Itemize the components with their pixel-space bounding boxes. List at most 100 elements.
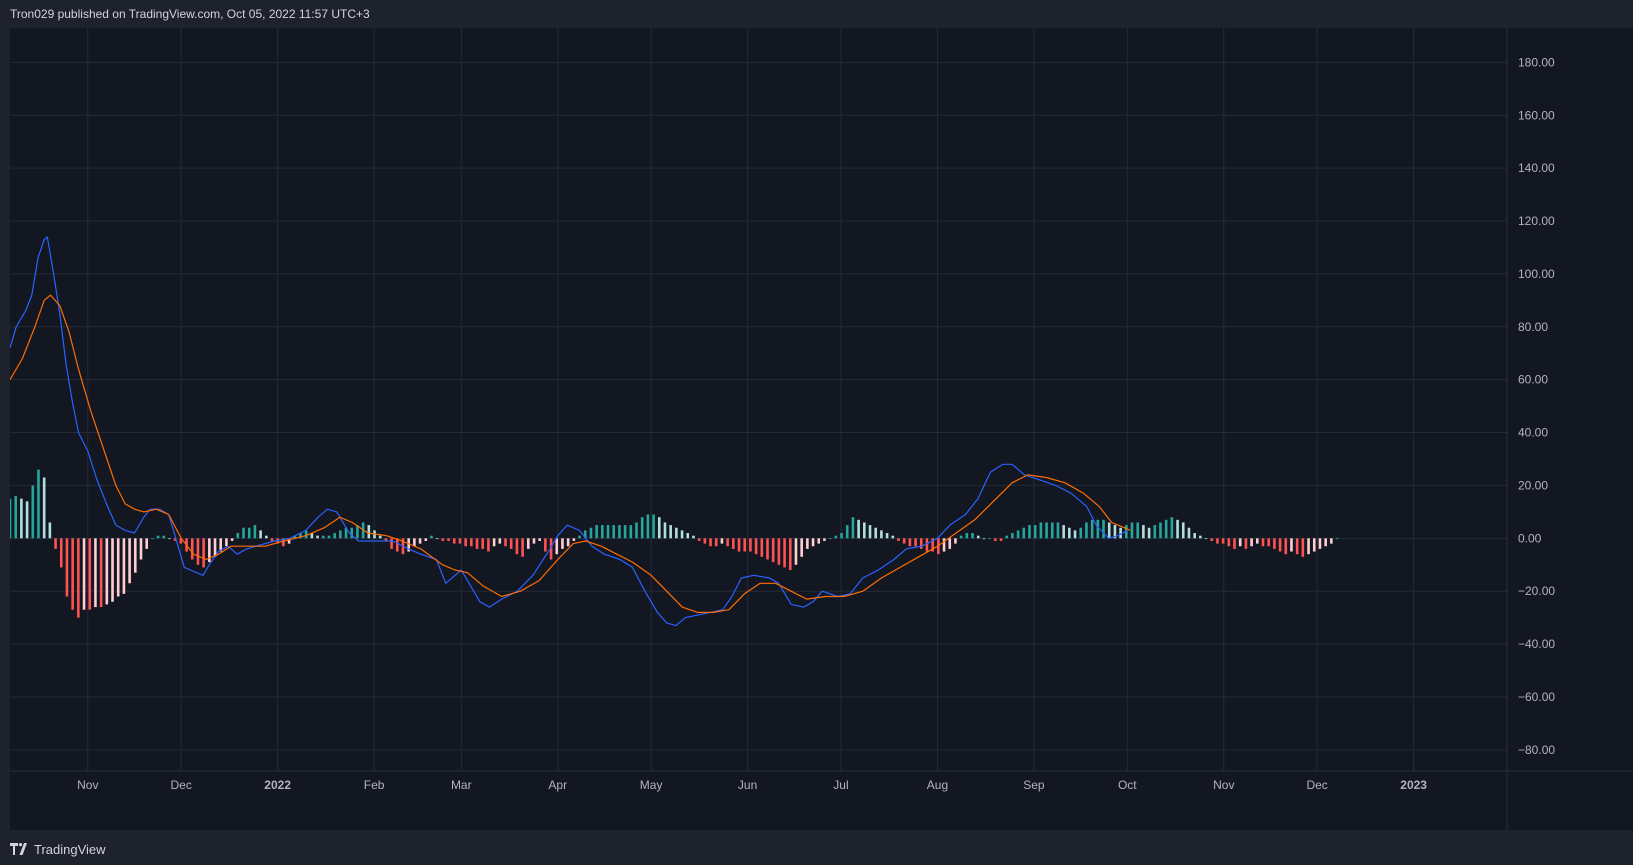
histogram-bar	[1170, 517, 1174, 539]
signal-line	[10, 294, 1131, 613]
histogram-bar	[845, 525, 849, 539]
histogram-bar	[1022, 527, 1026, 539]
histogram-bar	[202, 538, 205, 568]
histogram-bar	[743, 538, 747, 552]
histogram-bar	[760, 538, 764, 557]
histogram-bar	[1073, 530, 1077, 539]
histogram-bar	[589, 527, 593, 539]
histogram-bar	[111, 538, 114, 602]
histogram-bar	[885, 533, 889, 539]
histogram-bar	[868, 525, 872, 539]
histogram-bar	[509, 538, 513, 549]
histogram-bar	[959, 535, 963, 539]
histogram-bar	[526, 538, 530, 549]
histogram-bar	[925, 538, 929, 552]
histogram-bar	[1307, 538, 1310, 555]
y-tick-label: 140.00	[1518, 161, 1555, 175]
histogram-bar	[566, 538, 570, 547]
histogram-bar	[1107, 522, 1111, 539]
histogram-bar	[190, 538, 194, 560]
histogram-bar	[390, 538, 393, 549]
y-tick-label: −40.00	[1518, 637, 1555, 651]
histogram-bar	[31, 485, 35, 539]
histogram-bar	[253, 525, 257, 539]
histogram-bar	[259, 530, 262, 539]
histogram-bar	[976, 535, 980, 539]
x-tick-label: Sep	[1023, 778, 1045, 792]
histogram-bar	[1324, 538, 1327, 547]
histogram-bar	[1187, 527, 1191, 539]
histogram-bar	[817, 538, 821, 544]
histogram-bar	[1210, 538, 1214, 541]
histogram-bar	[1011, 533, 1014, 539]
histogram-bar	[14, 496, 17, 539]
histogram-bar	[515, 538, 519, 555]
histogram-bar	[1062, 525, 1065, 539]
histogram-bar	[122, 538, 126, 594]
histogram-bar	[1068, 527, 1071, 539]
chart-panel[interactable]: 180.00 160.00 140.00 120.00 100.00 80.00 60.00…	[10, 28, 1633, 830]
histogram-bar	[321, 535, 325, 539]
histogram-bar	[99, 538, 103, 608]
histogram-bar	[54, 538, 57, 549]
histogram-bar	[42, 477, 46, 539]
histogram-bar	[1130, 522, 1134, 539]
histogram-bar	[578, 535, 581, 539]
publish-info-text: Tron029 published on TradingView.com, Oc…	[10, 7, 370, 21]
histogram-bar	[1142, 525, 1145, 539]
histogram-bar	[720, 538, 724, 544]
x-tick-label: Aug	[927, 778, 948, 792]
histogram-bar	[1238, 538, 1242, 547]
histogram-bar	[965, 533, 969, 539]
histogram-bar	[783, 538, 786, 568]
histogram-bar	[908, 538, 912, 547]
histogram-bar	[663, 522, 667, 539]
tradingview-brand[interactable]: TradingView	[10, 842, 106, 857]
histogram-bar	[1216, 538, 1219, 544]
footer-bar: TradingView	[0, 830, 1633, 865]
x-tick-label: Nov	[1213, 778, 1234, 792]
macd-chart[interactable]: 180.00 160.00 140.00 120.00 100.00 80.00 60.00…	[10, 28, 1633, 830]
histogram-bar	[1301, 538, 1305, 557]
histogram-bar	[1278, 538, 1282, 552]
histogram-bar	[572, 538, 576, 541]
histogram-bar	[954, 538, 957, 544]
y-tick-label: 40.00	[1518, 426, 1548, 440]
histogram-bar	[1290, 538, 1293, 552]
histogram-bar	[94, 538, 97, 608]
histogram-bar	[612, 525, 616, 539]
indicator-lines	[10, 236, 1131, 627]
histogram-bar	[657, 517, 661, 539]
histogram-bar	[1005, 535, 1009, 539]
histogram-bar	[692, 535, 695, 539]
histogram-bar	[327, 535, 331, 539]
histogram-bar	[697, 538, 701, 541]
histogram-bar	[726, 538, 729, 547]
histogram-bar	[863, 522, 866, 539]
histogram-bar	[623, 525, 627, 539]
histogram-bar	[213, 538, 217, 557]
histogram-bar	[1056, 522, 1060, 539]
histogram-bar	[561, 538, 564, 549]
x-tick-label: May	[640, 778, 663, 792]
histogram-bar	[1039, 522, 1043, 539]
histogram-bar	[481, 538, 485, 549]
histogram-bar	[270, 538, 274, 541]
histogram-bar	[1079, 527, 1083, 539]
grid	[10, 28, 1507, 771]
histogram-bar	[1193, 533, 1196, 539]
histogram-bar	[1335, 538, 1339, 540]
histogram-bar	[447, 538, 450, 541]
y-tick-label: 120.00	[1518, 214, 1555, 228]
y-tick-label: 60.00	[1518, 373, 1548, 387]
histogram-bar	[618, 525, 621, 539]
histogram-bar	[521, 538, 524, 557]
histogram-bar	[988, 538, 991, 540]
x-tick-label: Dec	[171, 778, 192, 792]
histogram-bar	[1221, 538, 1225, 544]
y-tick-label: 100.00	[1518, 267, 1555, 281]
histogram-bar	[851, 517, 855, 539]
histogram-bar	[640, 517, 644, 539]
x-tick-label: Jul	[833, 778, 848, 792]
histogram-bar	[59, 538, 63, 568]
